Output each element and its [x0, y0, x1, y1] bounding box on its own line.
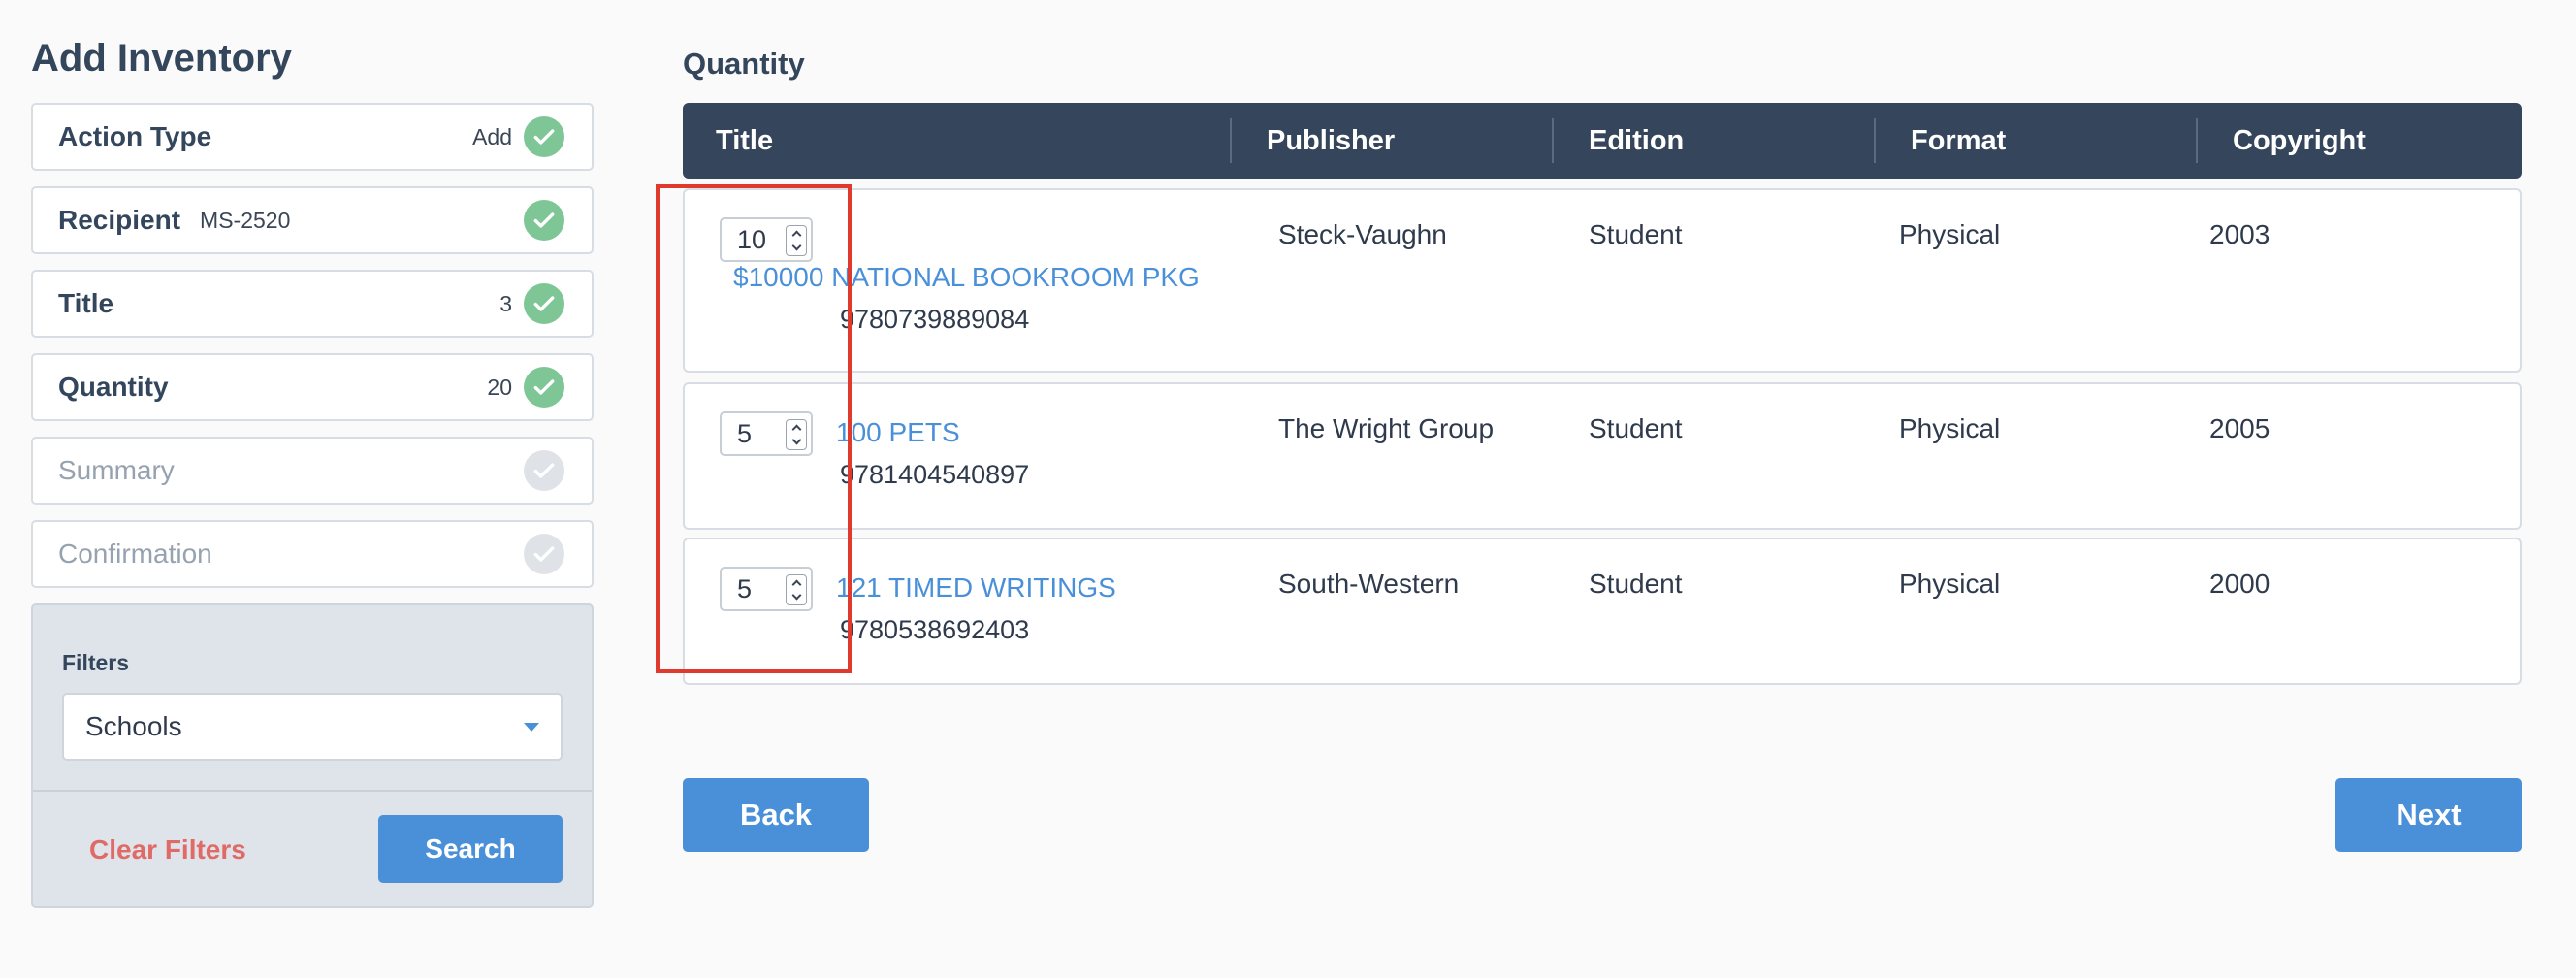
format-cell: Physical	[1899, 569, 2001, 599]
step-label: Action Type	[58, 121, 212, 151]
title-link[interactable]: 121 TIMED WRITINGS	[836, 572, 1116, 603]
column-header-title: Title	[716, 124, 774, 156]
highlight-box	[656, 184, 852, 673]
publisher-cell: Steck-Vaughn	[1278, 219, 1447, 249]
step-recipient[interactable]: Recipient MS-2520	[31, 186, 594, 254]
check-circle-icon	[524, 367, 564, 408]
copyright-cell: 2005	[2209, 413, 2270, 443]
publisher-cell: The Wright Group	[1278, 413, 1495, 443]
column-header-edition: Edition	[1589, 124, 1685, 156]
step-value: 20	[487, 374, 512, 400]
check-circle-icon	[524, 534, 564, 574]
step-sub-value: MS-2520	[200, 207, 291, 233]
column-divider	[2196, 118, 2198, 163]
filters-panel: Filters Schools Clear Filters Search	[31, 603, 594, 908]
step-summary: Summary	[31, 437, 594, 505]
step-label: Title	[58, 288, 114, 318]
check-circle-icon	[524, 450, 564, 491]
column-divider	[1874, 118, 1876, 163]
isbn: 9780739889084	[840, 305, 1030, 334]
search-button[interactable]: Search	[378, 815, 563, 883]
isbn: 9780538692403	[840, 615, 1030, 644]
step-label: Summary	[58, 455, 175, 485]
step-value: Add	[472, 123, 512, 149]
clear-filters-link[interactable]: Clear Filters	[89, 834, 246, 865]
format-cell: Physical	[1899, 219, 2001, 249]
column-header-publisher: Publisher	[1267, 124, 1396, 156]
divider	[33, 790, 592, 792]
step-action-type[interactable]: Action Type Add	[31, 103, 594, 171]
step-label: Quantity	[58, 372, 169, 402]
edition-cell: Student	[1589, 219, 1683, 249]
step-label: Confirmation	[58, 538, 212, 569]
step-title[interactable]: Title 3	[31, 270, 594, 338]
step-label: Recipient	[58, 205, 181, 235]
step-quantity[interactable]: Quantity 20	[31, 353, 594, 421]
table-row: 5 100 PETS 9781404540897 The Wright Grou…	[683, 382, 2522, 530]
step-value: 3	[499, 290, 512, 316]
table-row: 5 121 TIMED WRITINGS 9780538692403 South…	[683, 538, 2522, 685]
copyright-cell: 2003	[2209, 219, 2270, 249]
table-row: 10 $10000 NATIONAL BOOKROOM PKG 97807398…	[683, 188, 2522, 373]
step-confirmation: Confirmation	[31, 520, 594, 588]
check-circle-icon	[524, 116, 564, 157]
check-circle-icon	[524, 200, 564, 241]
table-header: Title Publisher Edition Format Copyright	[683, 103, 2522, 179]
title-link[interactable]: 100 PETS	[836, 417, 960, 448]
caret-down-icon	[524, 722, 539, 732]
publisher-cell: South-Western	[1278, 569, 1460, 599]
column-divider	[1230, 118, 1232, 163]
copyright-cell: 2000	[2209, 569, 2270, 599]
back-button[interactable]: Back	[683, 778, 869, 852]
column-header-copyright: Copyright	[2233, 124, 2366, 156]
isbn: 9781404540897	[840, 460, 1030, 489]
format-cell: Physical	[1899, 413, 2001, 443]
edition-cell: Student	[1589, 413, 1683, 443]
section-title: Quantity	[683, 47, 805, 81]
column-divider	[1552, 118, 1554, 163]
column-header-format: Format	[1911, 124, 2007, 156]
page-title: Add Inventory	[31, 37, 292, 80]
filters-label: Filters	[62, 650, 130, 675]
check-circle-icon	[524, 283, 564, 324]
filters-select[interactable]: Schools	[62, 693, 563, 761]
edition-cell: Student	[1589, 569, 1683, 599]
filters-selected-value: Schools	[85, 711, 182, 741]
next-button[interactable]: Next	[2335, 778, 2522, 852]
